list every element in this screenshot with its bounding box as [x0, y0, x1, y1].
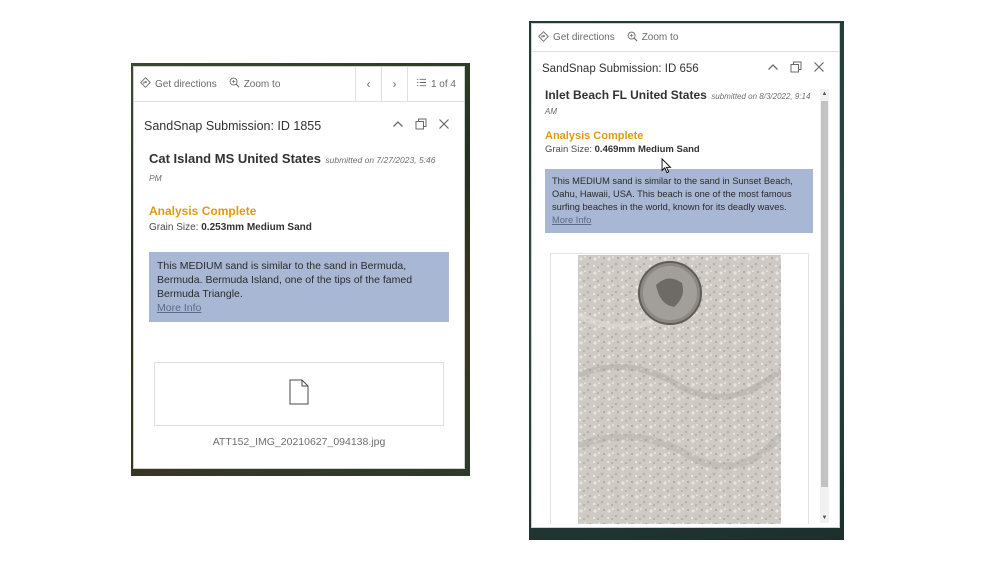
screen: Get directions Zoom to ‹ › 1 of 4 SandSn…	[0, 0, 999, 562]
next-feature-button[interactable]: ›	[380, 67, 407, 101]
get-directions-label: Get directions	[155, 78, 217, 90]
collapse-button[interactable]	[763, 59, 783, 79]
grain-size-value: 0.469mm Medium Sand	[594, 144, 700, 155]
popup-title: SandSnap Submission: ID 1855	[144, 119, 322, 133]
sand-description: This MEDIUM sand is similar to the sand …	[149, 252, 449, 322]
sand-photo-image	[578, 255, 781, 524]
previous-feature-button[interactable]: ‹	[354, 67, 381, 101]
location-name: Cat Island MS United States	[149, 151, 321, 166]
grain-size: Grain Size: 0.253mm Medium Sand	[149, 222, 449, 233]
attachment-thumbnail[interactable]	[154, 362, 444, 426]
sand-photo[interactable]	[578, 255, 781, 524]
grain-size-label: Grain Size:	[149, 222, 199, 233]
scrollbar-thumb[interactable]	[821, 101, 828, 487]
location-line: Cat Island MS United States submitted on…	[149, 150, 449, 186]
popup-content: Cat Island MS United States submitted on…	[134, 150, 464, 448]
chevron-up-icon	[392, 117, 404, 135]
popup-header: SandSnap Submission: ID 1855	[134, 108, 464, 144]
popup-action-bar: Get directions Zoom to ‹ › 1 of 4	[134, 67, 464, 102]
get-directions-label: Get directions	[553, 32, 615, 43]
analysis-status: Analysis Complete	[149, 204, 257, 218]
dock-icon	[415, 117, 427, 135]
dock-button[interactable]	[786, 59, 806, 79]
popup-left: Get directions Zoom to ‹ › 1 of 4 SandSn…	[133, 66, 465, 469]
grain-size-label: Grain Size:	[545, 144, 592, 155]
zoom-to-button[interactable]: Zoom to	[621, 24, 685, 51]
popup-title: SandSnap Submission: ID 656	[542, 63, 699, 75]
location-line: Inlet Beach FL United States submitted o…	[545, 88, 813, 118]
analysis-status: Analysis Complete	[545, 130, 644, 142]
directions-icon	[140, 77, 151, 91]
chevron-up-icon	[767, 60, 779, 78]
zoom-icon	[627, 31, 638, 45]
get-directions-button[interactable]: Get directions	[532, 24, 621, 51]
close-icon	[438, 117, 450, 135]
mouse-cursor-icon	[661, 157, 672, 179]
scrollbar[interactable]: ▲ ▼	[820, 89, 829, 523]
feature-pager[interactable]: 1 of 4	[406, 67, 464, 101]
chevron-left-icon: ‹	[366, 77, 371, 91]
more-info-link[interactable]: More Info	[157, 301, 201, 315]
attachment-image-frame[interactable]	[550, 253, 809, 524]
attachment-filename[interactable]: ATT152_IMG_20210627_094138.jpg	[149, 436, 449, 448]
pager-label: 1 of 4	[430, 78, 456, 90]
zoom-icon	[229, 77, 240, 91]
popup-header: SandSnap Submission: ID 656	[532, 52, 839, 86]
more-info-link[interactable]: More Info	[552, 214, 591, 227]
chevron-right-icon: ›	[392, 77, 397, 91]
get-directions-button[interactable]: Get directions	[134, 67, 223, 101]
location-name: Inlet Beach FL United States	[545, 88, 707, 102]
close-button[interactable]	[434, 116, 454, 136]
collapse-button[interactable]	[388, 116, 408, 136]
sand-description: This MEDIUM sand is similar to the sand …	[545, 169, 813, 233]
zoom-to-button[interactable]: Zoom to	[223, 67, 287, 101]
popup-action-bar: Get directions Zoom to	[532, 24, 839, 52]
directions-icon	[538, 30, 549, 45]
dock-icon	[790, 60, 802, 78]
popup-scroll-content[interactable]: Inlet Beach FL United States submitted o…	[532, 88, 839, 524]
grain-size: Grain Size: 0.469mm Medium Sand	[545, 144, 813, 155]
popup-content: Inlet Beach FL United States submitted o…	[532, 88, 839, 233]
close-icon	[813, 60, 825, 78]
grain-size-value: 0.253mm Medium Sand	[201, 222, 312, 233]
close-button[interactable]	[809, 59, 829, 79]
scroll-up-arrow-icon[interactable]: ▲	[820, 89, 829, 99]
list-icon	[416, 77, 427, 91]
dock-button[interactable]	[411, 116, 431, 136]
zoom-to-label: Zoom to	[641, 32, 679, 43]
description-text: This MEDIUM sand is similar to the sand …	[552, 176, 793, 212]
popup-right: Get directions Zoom to SandSnap Submissi…	[531, 23, 840, 528]
file-icon	[289, 379, 309, 410]
scroll-down-arrow-icon[interactable]: ▼	[820, 513, 829, 523]
description-text: This MEDIUM sand is similar to the sand …	[157, 260, 413, 300]
zoom-to-label: Zoom to	[243, 78, 281, 90]
